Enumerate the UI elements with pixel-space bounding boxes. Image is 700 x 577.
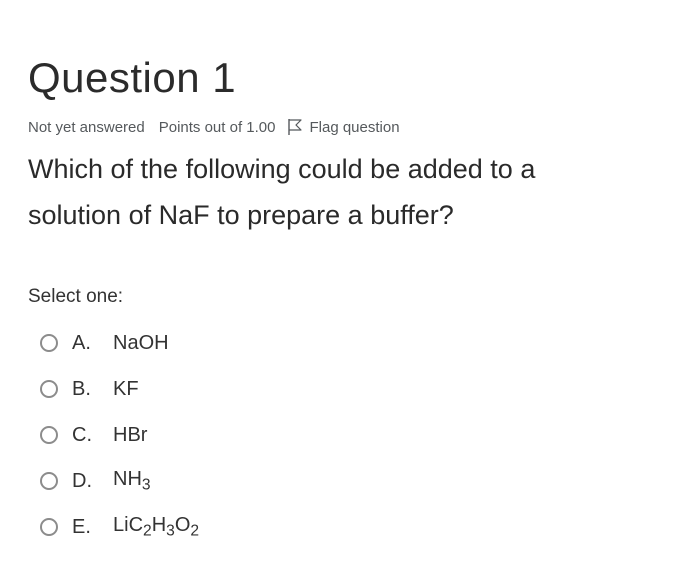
answer-text: NaOH	[113, 331, 169, 354]
answer-letter: D.	[72, 469, 92, 492]
flag-question-link[interactable]: Flag question	[287, 118, 400, 136]
answer-letter: A.	[72, 331, 91, 354]
answer-option-c[interactable]: C. HBr	[40, 412, 199, 458]
answer-letter: E.	[72, 515, 91, 538]
radio-button[interactable]	[40, 518, 58, 536]
flag-icon	[288, 119, 303, 135]
radio-button[interactable]	[40, 472, 58, 490]
answer-text: KF	[113, 377, 139, 400]
answer-option-b[interactable]: B. KF	[40, 366, 199, 412]
question-grade: Points out of 1.00	[158, 118, 276, 136]
question-text: Which of the following could be added to…	[28, 154, 536, 230]
answer-text: LiC2H3O2	[113, 513, 200, 540]
question-heading: Question 1	[28, 54, 237, 101]
question-info: Not yet answered Points out of 1.00 Flag…	[28, 118, 400, 136]
radio-button[interactable]	[40, 334, 58, 352]
answer-option-d[interactable]: D. NH3	[40, 458, 199, 504]
answer-option-a[interactable]: A. NaOH	[40, 320, 199, 366]
radio-button[interactable]	[40, 380, 58, 398]
answer-letter: B.	[72, 377, 91, 400]
answer-text: HBr	[113, 423, 148, 446]
answer-option-e[interactable]: E. LiC2H3O2	[40, 504, 199, 550]
question-state: Not yet answered	[28, 118, 145, 136]
answer-text: NH3	[113, 467, 151, 494]
flag-question-label: Flag question	[309, 118, 400, 136]
answer-list: A. NaOH B. KF C. HBr D. NH3 E. LiC2H3O2	[40, 320, 199, 550]
radio-button[interactable]	[40, 426, 58, 444]
answer-letter: C.	[72, 423, 92, 446]
select-one-prompt: Select one:	[28, 286, 124, 307]
